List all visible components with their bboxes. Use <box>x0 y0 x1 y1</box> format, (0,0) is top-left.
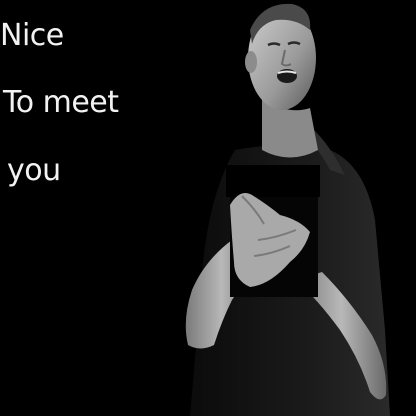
caption-line-you: you <box>7 153 61 188</box>
signer-figure <box>185 3 390 416</box>
occlusion-block <box>226 165 320 197</box>
caption-line-nice: Nice <box>0 18 64 53</box>
caption-line-to-meet: To meet <box>3 85 119 120</box>
video-frame: Nice To meet you <box>0 0 416 416</box>
